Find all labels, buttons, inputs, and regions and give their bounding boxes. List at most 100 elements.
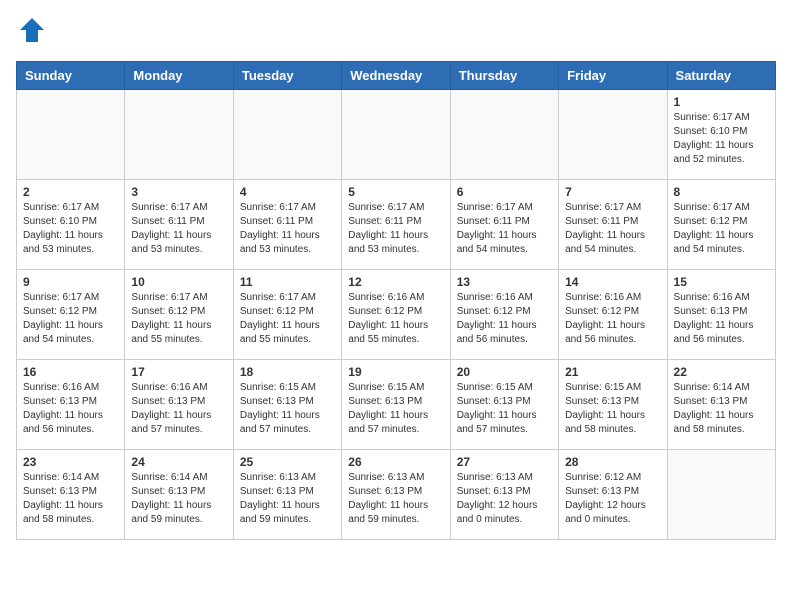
day-info: Sunrise: 6:15 AM Sunset: 6:13 PM Dayligh…	[240, 381, 335, 437]
day-info: Sunrise: 6:15 AM Sunset: 6:13 PM Dayligh…	[348, 381, 443, 437]
day-cell: 25Sunrise: 6:13 AM Sunset: 6:13 PM Dayli…	[233, 450, 341, 540]
day-info: Sunrise: 6:17 AM Sunset: 6:12 PM Dayligh…	[674, 201, 769, 257]
day-number: 5	[348, 185, 443, 199]
week-row-2: 2 Sunrise: 6:17 AM Sunset: 6:10 PM Daylig…	[17, 180, 776, 270]
day-number: 28	[565, 455, 660, 469]
day-cell: 12 Sunrise: 6:16 AM Sunset: 6:12 PM Dayli…	[342, 270, 450, 360]
day-cell	[233, 90, 341, 180]
day-info: Sunrise: 6:17 AM Sunset: 6:12 PM Dayligh…	[23, 291, 118, 347]
day-cell: 26 Sunrise: 6:13 AM Sunset: 6:13 PM Dayli…	[342, 450, 450, 540]
day-cell: 14 Sunrise: 6:16 AM Sunset: 6:12 PM Dayli…	[559, 270, 667, 360]
logo	[16, 16, 46, 49]
col-header-thursday: Thursday	[450, 62, 558, 90]
day-info: Sunrise: 6:17 AM Sunset: 6:11 PM Dayligh…	[131, 201, 226, 257]
day-number: 13	[457, 275, 552, 289]
day-number: 10	[131, 275, 226, 289]
week-row-1: 1 Sunrise: 6:17 AM Sunset: 6:10 PM Daylig…	[17, 90, 776, 180]
day-number: 15	[674, 275, 769, 289]
day-cell: 8 Sunrise: 6:17 AM Sunset: 6:12 PM Daylig…	[667, 180, 775, 270]
day-number: 8	[674, 185, 769, 199]
col-header-monday: Monday	[125, 62, 233, 90]
day-cell: 27 Sunrise: 6:13 AM Sunset: 6:13 PM Dayli…	[450, 450, 558, 540]
day-number: 16	[23, 365, 118, 379]
col-header-sunday: Sunday	[17, 62, 125, 90]
day-info: Sunrise: 6:14 AM Sunset: 6:13 PM Dayligh…	[131, 471, 226, 527]
day-info: Sunrise: 6:15 AM Sunset: 6:13 PM Dayligh…	[565, 381, 660, 437]
day-info: Sunrise: 6:13 AM Sunset: 6:13 PM Dayligh…	[348, 471, 443, 527]
day-cell	[342, 90, 450, 180]
day-cell: 15 Sunrise: 6:16 AM Sunset: 6:13 PM Dayli…	[667, 270, 775, 360]
day-cell: 3Sunrise: 6:17 AM Sunset: 6:11 PM Daylig…	[125, 180, 233, 270]
col-header-friday: Friday	[559, 62, 667, 90]
day-number: 17	[131, 365, 226, 379]
day-info: Sunrise: 6:12 AM Sunset: 6:13 PM Dayligh…	[565, 471, 660, 527]
day-cell	[450, 90, 558, 180]
day-cell	[125, 90, 233, 180]
day-info: Sunrise: 6:15 AM Sunset: 6:13 PM Dayligh…	[457, 381, 552, 437]
day-cell: 9 Sunrise: 6:17 AM Sunset: 6:12 PM Daylig…	[17, 270, 125, 360]
day-info: Sunrise: 6:13 AM Sunset: 6:13 PM Dayligh…	[240, 471, 335, 527]
day-cell: 10Sunrise: 6:17 AM Sunset: 6:12 PM Dayli…	[125, 270, 233, 360]
day-cell	[17, 90, 125, 180]
day-number: 20	[457, 365, 552, 379]
day-cell: 28 Sunrise: 6:12 AM Sunset: 6:13 PM Dayli…	[559, 450, 667, 540]
day-number: 1	[674, 95, 769, 109]
day-info: Sunrise: 6:16 AM Sunset: 6:13 PM Dayligh…	[674, 291, 769, 347]
calendar-header-row: SundayMondayTuesdayWednesdayThursdayFrid…	[17, 62, 776, 90]
day-number: 12	[348, 275, 443, 289]
day-cell	[667, 450, 775, 540]
day-cell: 7 Sunrise: 6:17 AM Sunset: 6:11 PM Daylig…	[559, 180, 667, 270]
day-cell: 24 Sunrise: 6:14 AM Sunset: 6:13 PM Dayli…	[125, 450, 233, 540]
day-number: 11	[240, 275, 335, 289]
day-number: 2	[23, 185, 118, 199]
day-info: Sunrise: 6:14 AM Sunset: 6:13 PM Dayligh…	[23, 471, 118, 527]
day-cell: 6 Sunrise: 6:17 AM Sunset: 6:11 PM Daylig…	[450, 180, 558, 270]
day-number: 23	[23, 455, 118, 469]
day-number: 21	[565, 365, 660, 379]
day-number: 22	[674, 365, 769, 379]
day-cell: 21 Sunrise: 6:15 AM Sunset: 6:13 PM Dayli…	[559, 360, 667, 450]
day-cell: 19 Sunrise: 6:15 AM Sunset: 6:13 PM Dayli…	[342, 360, 450, 450]
day-cell: 18Sunrise: 6:15 AM Sunset: 6:13 PM Dayli…	[233, 360, 341, 450]
day-number: 27	[457, 455, 552, 469]
day-info: Sunrise: 6:17 AM Sunset: 6:11 PM Dayligh…	[565, 201, 660, 257]
day-info: Sunrise: 6:16 AM Sunset: 6:12 PM Dayligh…	[457, 291, 552, 347]
day-info: Sunrise: 6:16 AM Sunset: 6:12 PM Dayligh…	[565, 291, 660, 347]
day-cell: 17 Sunrise: 6:16 AM Sunset: 6:13 PM Dayli…	[125, 360, 233, 450]
day-number: 19	[348, 365, 443, 379]
week-row-5: 23 Sunrise: 6:14 AM Sunset: 6:13 PM Dayli…	[17, 450, 776, 540]
day-number: 7	[565, 185, 660, 199]
day-cell: 2 Sunrise: 6:17 AM Sunset: 6:10 PM Daylig…	[17, 180, 125, 270]
day-cell: 13 Sunrise: 6:16 AM Sunset: 6:12 PM Dayli…	[450, 270, 558, 360]
day-cell: 4Sunrise: 6:17 AM Sunset: 6:11 PM Daylig…	[233, 180, 341, 270]
day-number: 9	[23, 275, 118, 289]
day-cell: 1 Sunrise: 6:17 AM Sunset: 6:10 PM Daylig…	[667, 90, 775, 180]
day-cell: 11 Sunrise: 6:17 AM Sunset: 6:12 PM Dayli…	[233, 270, 341, 360]
day-info: Sunrise: 6:17 AM Sunset: 6:10 PM Dayligh…	[23, 201, 118, 257]
day-number: 24	[131, 455, 226, 469]
day-info: Sunrise: 6:17 AM Sunset: 6:11 PM Dayligh…	[240, 201, 335, 257]
day-info: Sunrise: 6:17 AM Sunset: 6:10 PM Dayligh…	[674, 111, 769, 167]
week-row-4: 16 Sunrise: 6:16 AM Sunset: 6:13 PM Dayli…	[17, 360, 776, 450]
logo-icon	[18, 16, 46, 44]
day-info: Sunrise: 6:17 AM Sunset: 6:11 PM Dayligh…	[457, 201, 552, 257]
day-number: 26	[348, 455, 443, 469]
week-row-3: 9 Sunrise: 6:17 AM Sunset: 6:12 PM Daylig…	[17, 270, 776, 360]
day-number: 14	[565, 275, 660, 289]
page-header	[16, 16, 776, 49]
day-info: Sunrise: 6:16 AM Sunset: 6:13 PM Dayligh…	[131, 381, 226, 437]
day-cell: 23 Sunrise: 6:14 AM Sunset: 6:13 PM Dayli…	[17, 450, 125, 540]
col-header-wednesday: Wednesday	[342, 62, 450, 90]
day-info: Sunrise: 6:13 AM Sunset: 6:13 PM Dayligh…	[457, 471, 552, 527]
col-header-tuesday: Tuesday	[233, 62, 341, 90]
day-info: Sunrise: 6:17 AM Sunset: 6:11 PM Dayligh…	[348, 201, 443, 257]
calendar-table: SundayMondayTuesdayWednesdayThursdayFrid…	[16, 61, 776, 540]
day-info: Sunrise: 6:16 AM Sunset: 6:12 PM Dayligh…	[348, 291, 443, 347]
day-number: 6	[457, 185, 552, 199]
day-info: Sunrise: 6:14 AM Sunset: 6:13 PM Dayligh…	[674, 381, 769, 437]
col-header-saturday: Saturday	[667, 62, 775, 90]
day-info: Sunrise: 6:17 AM Sunset: 6:12 PM Dayligh…	[240, 291, 335, 347]
day-cell: 22 Sunrise: 6:14 AM Sunset: 6:13 PM Dayli…	[667, 360, 775, 450]
day-cell	[559, 90, 667, 180]
day-cell: 20 Sunrise: 6:15 AM Sunset: 6:13 PM Dayli…	[450, 360, 558, 450]
